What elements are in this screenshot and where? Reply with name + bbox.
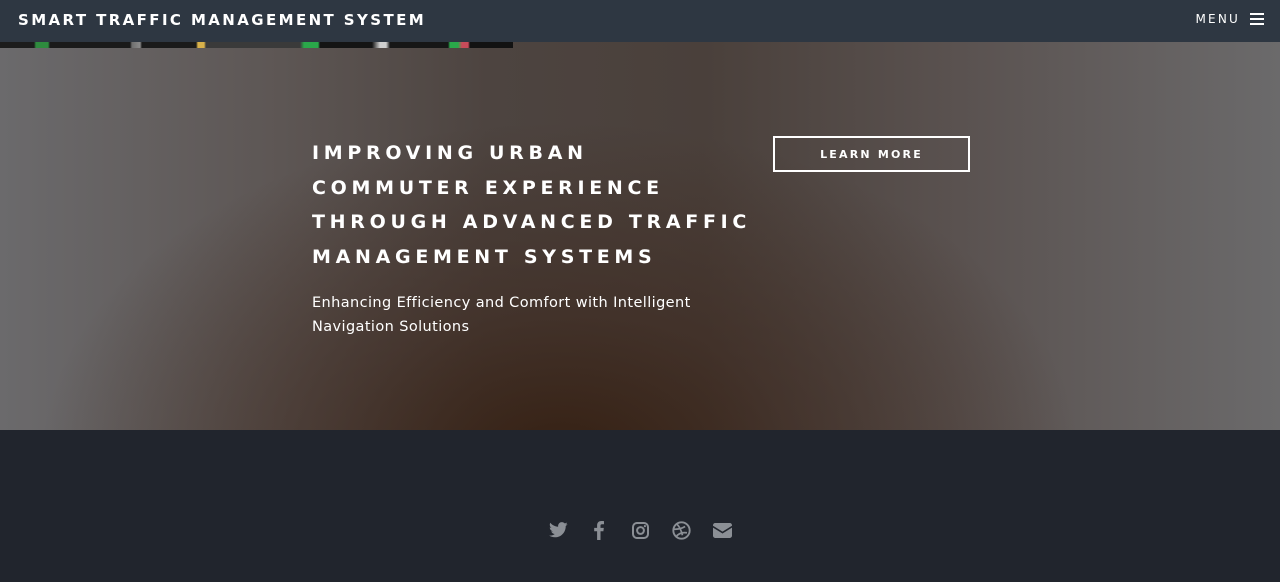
social-link-twitter[interactable]	[538, 518, 578, 542]
hero-section: Improving Urban Commuter Experience thro…	[0, 42, 1280, 430]
hero-subtitle: Enhancing Efficiency and Comfort with In…	[312, 295, 691, 335]
brand-logo-link[interactable]: Smart Traffic Management System	[18, 11, 426, 29]
social-links	[0, 518, 1280, 542]
envelope-icon	[712, 522, 732, 538]
learn-more-button[interactable]: Learn More	[773, 136, 970, 172]
hamburger-icon	[1250, 13, 1264, 25]
social-link-facebook[interactable]	[579, 518, 619, 542]
instagram-icon	[631, 521, 649, 539]
dribbble-icon	[671, 520, 691, 540]
hero-heading: Improving Urban Commuter Experience thro…	[312, 142, 752, 268]
menu-button[interactable]: Menu	[1195, 12, 1264, 26]
twitter-icon	[548, 522, 568, 538]
navbar: Smart Traffic Management System Menu	[0, 0, 1280, 42]
social-link-email[interactable]	[702, 518, 742, 542]
menu-label: Menu	[1195, 12, 1240, 26]
social-link-instagram[interactable]	[620, 518, 660, 542]
social-link-dribbble[interactable]	[661, 518, 701, 542]
facebook-icon	[594, 520, 604, 540]
footer	[0, 430, 1280, 582]
header-image-strip	[0, 42, 513, 48]
